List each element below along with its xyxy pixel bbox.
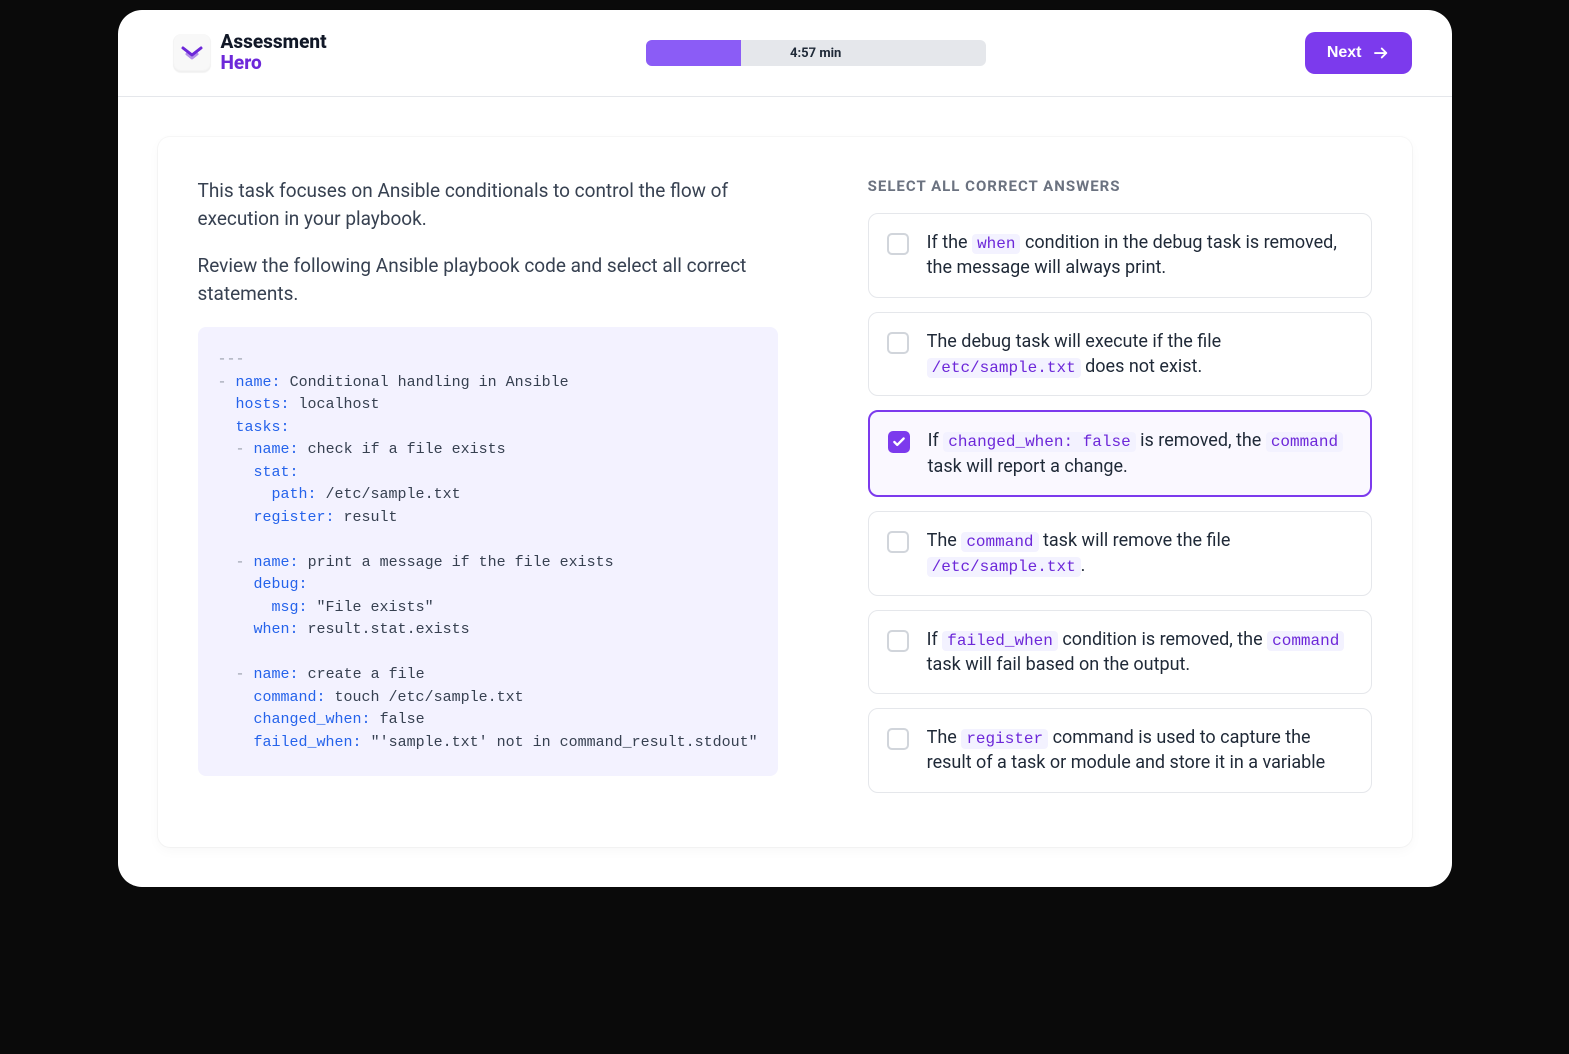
answer-text: The register command is used to capture …: [927, 725, 1353, 776]
intro-text-2: Review the following Ansible playbook co…: [198, 252, 778, 307]
answer-text: The debug task will execute if the file …: [927, 329, 1353, 380]
checkbox[interactable]: [887, 531, 909, 553]
answer-text: The command task will remove the file /e…: [927, 528, 1353, 579]
answers-title: SELECT ALL CORRECT ANSWERS: [868, 177, 1372, 195]
checkbox[interactable]: [887, 728, 909, 750]
intro-text-1: This task focuses on Ansible conditional…: [198, 177, 778, 232]
progress-fill: [646, 40, 741, 66]
timer-text: 4:57 min: [790, 46, 841, 61]
answer-option-5[interactable]: The register command is used to capture …: [868, 708, 1372, 793]
logo: Assessment Hero: [173, 32, 327, 74]
inline-code: /etc/sample.txt: [927, 358, 1081, 378]
logo-text: Assessment Hero: [221, 32, 327, 74]
header: Assessment Hero 4:57 min Next: [118, 10, 1452, 97]
logo-icon: [173, 34, 211, 72]
inline-code: command: [1266, 432, 1343, 452]
inline-code: command: [1267, 631, 1344, 651]
content-area: This task focuses on Ansible conditional…: [118, 97, 1452, 887]
next-button-label: Next: [1327, 44, 1362, 62]
answers-column: SELECT ALL CORRECT ANSWERS If the when c…: [868, 177, 1372, 807]
answers-list: If the when condition in the debug task …: [868, 213, 1372, 793]
code-block: --- - name: Conditional handling in Ansi…: [198, 327, 778, 776]
checkbox[interactable]: [887, 233, 909, 255]
answer-option-0[interactable]: If the when condition in the debug task …: [868, 213, 1372, 298]
app-window: Assessment Hero 4:57 min Next This task …: [118, 10, 1452, 887]
inline-code: failed_when: [942, 631, 1058, 651]
logo-line2: Hero: [221, 53, 327, 74]
inline-code: /etc/sample.txt: [927, 557, 1081, 577]
check-icon: [892, 435, 906, 449]
checkbox[interactable]: [887, 332, 909, 354]
checkbox[interactable]: [888, 431, 910, 453]
inline-code: changed_when: false: [943, 432, 1135, 452]
answer-option-1[interactable]: The debug task will execute if the file …: [868, 312, 1372, 397]
inline-code: register: [961, 729, 1048, 749]
inline-code: command: [961, 532, 1038, 552]
question-column: This task focuses on Ansible conditional…: [198, 177, 778, 807]
answer-option-4[interactable]: If failed_when condition is removed, the…: [868, 610, 1372, 695]
answer-text: If changed_when: false is removed, the c…: [928, 428, 1352, 479]
answer-option-2[interactable]: If changed_when: false is removed, the c…: [868, 410, 1372, 497]
question-card: This task focuses on Ansible conditional…: [158, 137, 1412, 847]
next-button[interactable]: Next: [1305, 32, 1412, 74]
logo-line1: Assessment: [221, 32, 327, 53]
answer-text: If the when condition in the debug task …: [927, 230, 1353, 281]
answer-text: If failed_when condition is removed, the…: [927, 627, 1353, 678]
inline-code: when: [972, 234, 1020, 254]
arrow-right-icon: [1372, 44, 1390, 62]
progress-bar: 4:57 min: [646, 40, 986, 66]
checkbox[interactable]: [887, 630, 909, 652]
answer-option-3[interactable]: The command task will remove the file /e…: [868, 511, 1372, 596]
